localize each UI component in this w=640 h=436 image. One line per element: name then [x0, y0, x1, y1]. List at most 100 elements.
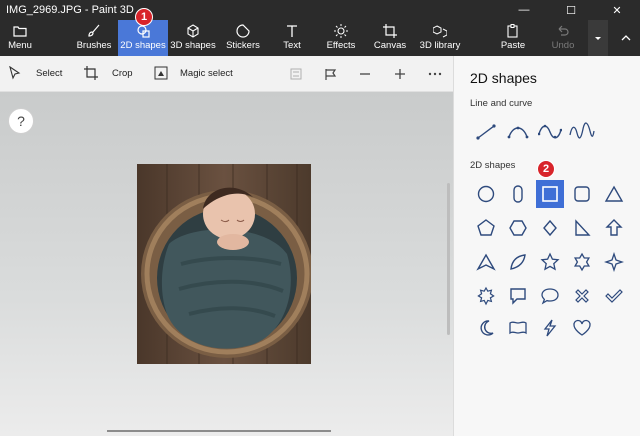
tab-effects[interactable]: Effects — [322, 20, 360, 56]
checkmark-icon — [605, 289, 623, 303]
photo-baby-in-basket[interactable] — [137, 164, 311, 364]
paste-label: Paste — [500, 40, 526, 51]
magic-select-tool[interactable]: Magic select — [154, 66, 233, 80]
star-4-shape[interactable] — [600, 248, 628, 276]
text-icon — [287, 25, 297, 37]
menu-button[interactable]: Menu — [0, 20, 40, 56]
2d-shapes-section-label: 2D shapes — [470, 160, 516, 171]
star-six-icon — [573, 252, 591, 272]
tab-brushes[interactable]: Brushes — [72, 20, 116, 56]
crop-tool[interactable]: Crop — [84, 66, 133, 80]
tab-3d-shapes-label: 3D shapes — [170, 40, 216, 51]
line-icon — [476, 124, 496, 140]
pill-shape[interactable] — [504, 180, 532, 208]
checkmark-shape[interactable] — [600, 282, 628, 310]
tab-3d-library[interactable]: 3D library — [418, 20, 462, 56]
help-button[interactable]: ? — [8, 108, 34, 134]
banner-shape[interactable] — [504, 314, 532, 342]
rounded-square-icon — [574, 186, 590, 202]
crop-icon — [84, 66, 98, 80]
cursor-icon — [9, 66, 21, 80]
pill-icon — [513, 185, 523, 203]
panel-title: 2D shapes — [470, 70, 537, 86]
circle-shape[interactable] — [472, 180, 500, 208]
curve-one-icon — [507, 126, 529, 139]
line-shape[interactable] — [472, 118, 500, 146]
curve-3-shape[interactable] — [568, 118, 596, 146]
star-five-icon — [540, 252, 560, 271]
pentagon-shape[interactable] — [472, 214, 500, 242]
diamond-shape[interactable] — [536, 214, 564, 242]
paste-button[interactable]: Paste — [498, 20, 528, 56]
zoom-out-icon[interactable] — [357, 66, 373, 82]
tab-stickers-label: Stickers — [226, 40, 260, 51]
burst-icon — [477, 286, 495, 306]
flip-icon[interactable] — [288, 66, 304, 82]
menu-label: Menu — [8, 40, 32, 51]
close-button[interactable]: ✕ — [594, 0, 640, 20]
sun-icon — [334, 24, 348, 38]
moon-shape[interactable] — [472, 314, 500, 342]
burst-shape[interactable] — [472, 282, 500, 310]
tab-text[interactable]: Text — [276, 20, 308, 56]
magic-select-label: Magic select — [180, 67, 233, 79]
minimize-button[interactable]: — — [501, 0, 547, 20]
tab-effects-label: Effects — [326, 40, 356, 51]
maximize-button[interactable]: ☐ — [548, 0, 594, 20]
panel-scrollbar[interactable] — [447, 183, 450, 335]
tab-brushes-label: Brushes — [76, 40, 112, 51]
more-dropdown-button[interactable] — [588, 20, 608, 56]
shapes-2d-icon — [137, 25, 150, 38]
tab-3d-library-label: 3D library — [419, 40, 461, 51]
right-triangle-shape[interactable] — [568, 214, 596, 242]
paste-icon — [507, 24, 518, 38]
rounded-rectangle-shape[interactable] — [568, 180, 596, 208]
leaf-shape[interactable] — [504, 248, 532, 276]
line-curve-section-label: Line and curve — [470, 98, 533, 109]
curve-2-shape[interactable] — [536, 118, 564, 146]
heart-shape[interactable] — [568, 314, 596, 342]
tab-3d-shapes[interactable]: 3D shapes — [170, 20, 216, 56]
star-four-icon — [604, 252, 624, 272]
tab-2d-shapes-label: 2D shapes — [120, 40, 166, 51]
tab-stickers[interactable]: Stickers — [222, 20, 264, 56]
star-6-shape[interactable] — [568, 248, 596, 276]
undo-button[interactable]: Undo — [548, 20, 578, 56]
curve-1-shape[interactable] — [504, 118, 532, 146]
right-triangle-icon — [575, 219, 591, 236]
triangle-shape[interactable] — [600, 180, 628, 208]
tab-text-label: Text — [283, 40, 301, 51]
chevron-triangle-shape[interactable] — [472, 248, 500, 276]
hexagon-shape[interactable] — [504, 214, 532, 242]
cross-x-icon — [575, 289, 589, 303]
view-2d-icon[interactable] — [323, 66, 339, 82]
ribbon: Menu Brushes 2D shapes 3D shapes Sticker… — [0, 20, 640, 56]
speech-bubble-round-shape[interactable] — [536, 282, 564, 310]
lightning-shape[interactable] — [536, 314, 564, 342]
tab-canvas[interactable]: Canvas — [372, 20, 408, 56]
select-tool[interactable]: Select — [8, 66, 62, 80]
speech-bubble-square-shape[interactable] — [504, 282, 532, 310]
rectangle-shape[interactable] — [536, 180, 564, 208]
diamond-icon — [543, 219, 557, 237]
tab-canvas-label: Canvas — [373, 40, 407, 51]
sticker-icon — [236, 24, 250, 38]
more-options-icon[interactable] — [427, 66, 443, 82]
arrow-up-shape[interactable] — [600, 214, 628, 242]
leaf-icon — [510, 254, 526, 270]
zoom-in-icon[interactable] — [392, 66, 408, 82]
star-5-shape[interactable] — [536, 248, 564, 276]
step-marker-1: 1 — [135, 8, 153, 26]
collapse-ribbon-button[interactable] — [616, 20, 636, 56]
chevron-up-icon — [621, 35, 631, 41]
square-icon — [542, 186, 558, 202]
horizontal-scrollbar[interactable] — [107, 430, 331, 432]
cross-x-shape[interactable] — [568, 282, 596, 310]
arrow-up-icon — [605, 219, 623, 236]
library-3d-icon — [433, 25, 447, 38]
window-title: IMG_2969.JPG - Paint 3D — [6, 4, 134, 16]
circle-icon — [477, 185, 495, 203]
brush-icon — [88, 24, 100, 37]
undo-icon — [558, 25, 569, 36]
canvas-area[interactable]: ? — [0, 92, 453, 436]
